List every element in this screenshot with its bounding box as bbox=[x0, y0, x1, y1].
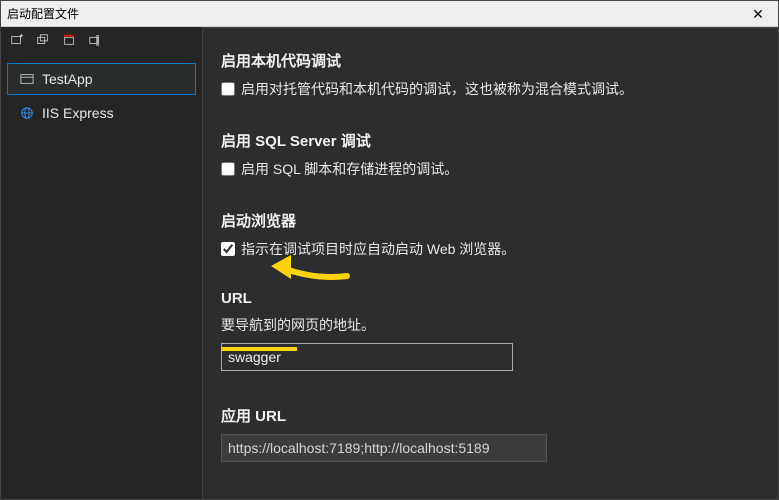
section-heading: 应用 URL bbox=[221, 405, 758, 426]
native-debug-row[interactable]: 启用对托管代码和本机代码的调试，这也被称为混合模式调试。 bbox=[221, 79, 758, 100]
native-debug-checkbox[interactable] bbox=[221, 82, 235, 96]
profile-item-testapp[interactable]: TestApp bbox=[7, 63, 196, 95]
section-heading: 启用 SQL Server 调试 bbox=[221, 130, 758, 151]
duplicate-profile-icon[interactable] bbox=[35, 32, 51, 48]
launch-browser-label: 指示在调试项目时应自动启动 Web 浏览器。 bbox=[241, 239, 515, 260]
app-url-value[interactable]: https://localhost:7189;http://localhost:… bbox=[221, 434, 547, 462]
rename-profile-icon[interactable] bbox=[87, 32, 103, 48]
section-sql-debug: 启用 SQL Server 调试 启用 SQL 脚本和存储进程的调试。 bbox=[221, 130, 758, 180]
section-url: URL 要导航到的网页的地址。 bbox=[221, 290, 758, 371]
delete-profile-icon[interactable] bbox=[61, 32, 77, 48]
window-title: 启动配置文件 bbox=[7, 1, 79, 27]
url-input[interactable] bbox=[221, 343, 513, 371]
sql-debug-row[interactable]: 启用 SQL 脚本和存储进程的调试。 bbox=[221, 159, 758, 180]
section-native-debug: 启用本机代码调试 启用对托管代码和本机代码的调试，这也被称为混合模式调试。 bbox=[221, 50, 758, 100]
globe-icon bbox=[20, 106, 34, 120]
profile-item-iisexpress[interactable]: IIS Express bbox=[7, 97, 196, 129]
native-debug-label: 启用对托管代码和本机代码的调试，这也被称为混合模式调试。 bbox=[241, 79, 633, 100]
section-heading: URL bbox=[221, 290, 758, 307]
new-profile-icon[interactable] bbox=[9, 32, 25, 48]
sql-debug-checkbox[interactable] bbox=[221, 162, 235, 176]
sql-debug-label: 启用 SQL 脚本和存储进程的调试。 bbox=[241, 159, 458, 180]
profile-label: TestApp bbox=[42, 71, 93, 87]
titlebar: 启动配置文件 ✕ bbox=[1, 1, 778, 27]
window-icon bbox=[20, 72, 34, 86]
sidebar-toolbar bbox=[1, 27, 202, 53]
dialog-body: TestApp IIS Express 启用本机代码调试 启用对托管代码和本机代… bbox=[1, 27, 778, 499]
section-launch-browser: 启动浏览器 指示在调试项目时应自动启动 Web 浏览器。 bbox=[221, 210, 758, 260]
launch-browser-checkbox[interactable] bbox=[221, 242, 235, 256]
section-app-url: 应用 URL https://localhost:7189;http://loc… bbox=[221, 405, 758, 462]
url-desc: 要导航到的网页的地址。 bbox=[221, 315, 758, 335]
profile-list: TestApp IIS Express bbox=[1, 53, 202, 131]
launch-browser-row[interactable]: 指示在调试项目时应自动启动 Web 浏览器。 bbox=[221, 239, 758, 260]
content-panel: 启用本机代码调试 启用对托管代码和本机代码的调试，这也被称为混合模式调试。 启用… bbox=[203, 27, 778, 499]
section-heading: 启用本机代码调试 bbox=[221, 50, 758, 71]
launch-profiles-dialog: 启动配置文件 ✕ bbox=[0, 0, 779, 500]
close-icon[interactable]: ✕ bbox=[738, 1, 778, 27]
sidebar: TestApp IIS Express bbox=[1, 27, 203, 499]
profile-label: IIS Express bbox=[42, 105, 114, 121]
section-heading: 启动浏览器 bbox=[221, 210, 758, 231]
